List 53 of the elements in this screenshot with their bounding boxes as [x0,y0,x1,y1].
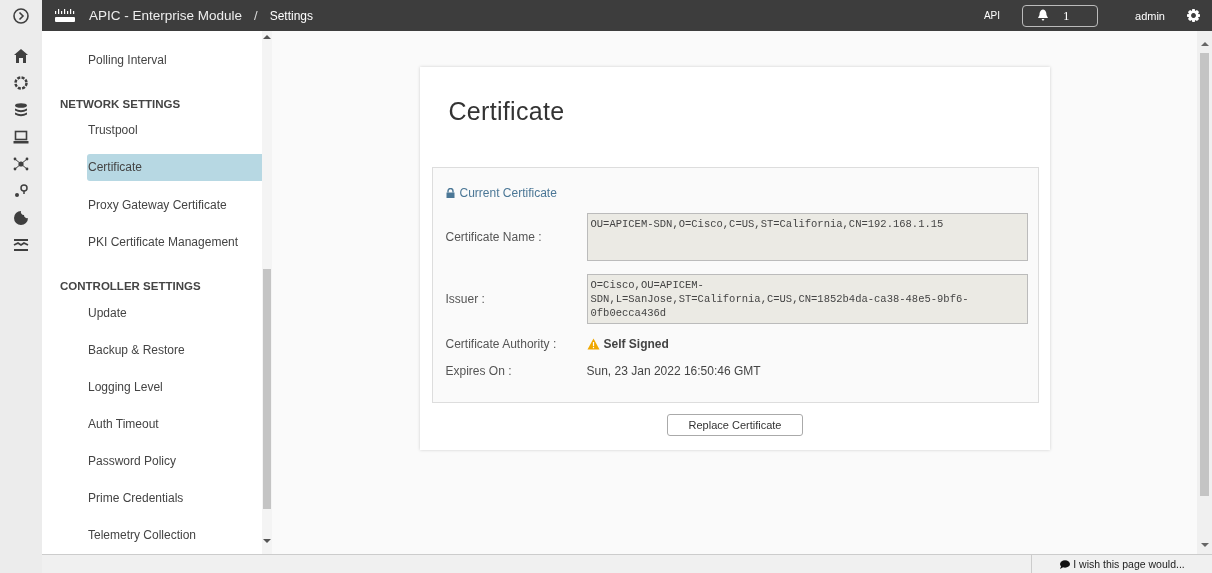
laptop-icon[interactable] [13,129,29,145]
user-menu[interactable]: admin [1135,9,1165,22]
lock-icon [445,188,455,198]
panel-title: Current Certificate [459,186,557,200]
scroll-down-icon[interactable] [1200,542,1209,548]
cisco-logo-icon [54,7,76,24]
sidebar-item[interactable]: PKI Certificate Management [87,228,262,256]
field-value: Self Signed [603,337,669,351]
settings-icon[interactable] [1187,9,1200,22]
feedback-button[interactable]: I wish this page would... [1031,555,1212,573]
ring-icon[interactable] [13,75,29,91]
section-heading: CONTROLLER SETTINGS [60,280,202,294]
field-label: Issuer : [445,292,486,306]
speech-bubble-icon [1059,559,1071,569]
api-link[interactable]: API [983,10,1001,21]
cookie-icon[interactable] [13,210,29,226]
certificate-text-field[interactable]: O=Cisco,OU=APICEM- SDN,L=SanJose,ST=California,C=US,CN=1852b4da-ca38-48e5-9bf6- 0fb0ecca436d [586,274,1028,324]
home-icon[interactable] [13,48,29,64]
warning-icon [586,338,600,350]
sidebar-item[interactable]: Proxy Gateway Certificate [87,191,262,219]
page-title: Certificate [448,97,566,127]
lines-icon[interactable] [13,237,29,253]
sidebar-item[interactable]: Password Policy [87,447,262,475]
sidebar-item[interactable]: Certificate [87,153,262,182]
scroll-up-icon[interactable] [263,34,271,40]
field-label: Certificate Authority : [445,337,558,351]
scroll-down-icon[interactable] [263,538,271,544]
sidebar-item[interactable]: Logging Level [87,373,262,401]
sidebar-item[interactable]: Polling Interval [87,46,262,74]
scrollbar[interactable] [262,31,272,554]
field-value: Sun, 23 Jan 2022 16:50:46 GMT [586,364,761,378]
field-label: Expires On : [445,364,513,378]
sidebar-item[interactable]: Update [87,298,262,327]
sidebar-item[interactable]: Trustpool [87,116,262,144]
sidebar-item[interactable]: Backup & Restore [87,336,262,364]
notifications-button[interactable]: 1 [1022,4,1099,27]
scroll-up-icon[interactable] [1200,41,1209,47]
certificate-text-field[interactable]: OU=APICEM-SDN,O=Cisco,C=US,ST=California,CN=192.168.1.15 [586,213,1028,261]
sidebar-item[interactable]: Prime Credentials [87,484,262,512]
scrollbar[interactable] [1197,31,1212,554]
sidebar-item[interactable]: Telemetry Collection [87,521,262,550]
app-title: APIC - Enterprise Module [89,8,243,23]
sidebar-item[interactable]: Auth Timeout [87,410,262,438]
section-heading: NETWORK SETTINGS [60,98,182,112]
field-label: Certificate Name : [445,230,543,244]
network-icon[interactable] [13,156,29,172]
location-pins-icon[interactable] [13,183,29,199]
bell-icon [1037,9,1050,22]
expand-icon[interactable] [13,8,29,24]
breadcrumb-separator: / [254,8,258,23]
replace-certificate-button[interactable]: Replace Certificate [667,414,803,436]
breadcrumb-page[interactable]: Settings [269,8,314,23]
database-icon[interactable] [13,102,29,118]
